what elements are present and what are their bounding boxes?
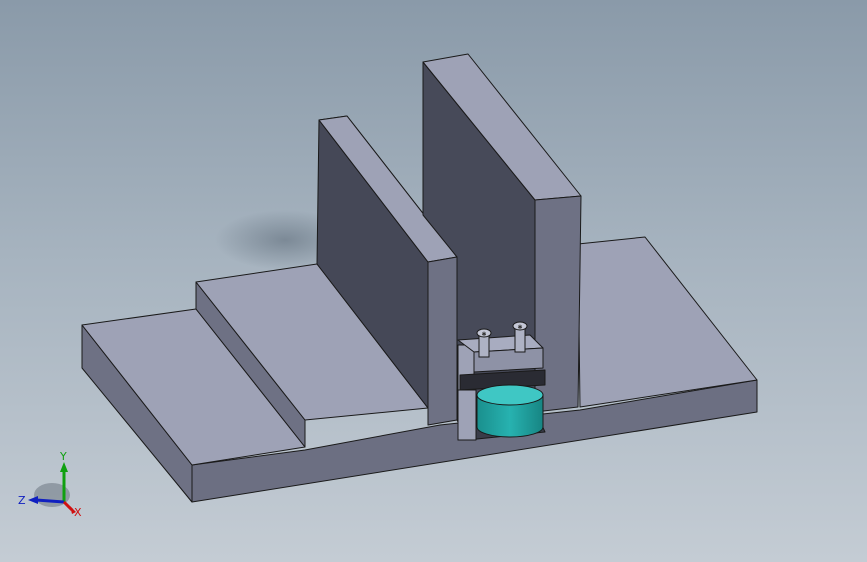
graphics-viewport[interactable]: ✱ ✱ Y Z X	[0, 0, 867, 562]
hex-socket-icon: ✱	[481, 331, 486, 338]
hex-socket-icon: ✱	[517, 324, 522, 331]
screw-right[interactable]: ✱	[512, 321, 528, 353]
y-axis-label: Y	[59, 450, 67, 463]
z-axis-line	[35, 498, 65, 504]
screw-left[interactable]: ✱	[476, 328, 492, 358]
3d-model-view[interactable]: ✱ ✱ Y Z X	[0, 0, 867, 562]
z-axis-label: Z	[18, 494, 26, 507]
y-axis-arrow-icon	[60, 462, 68, 472]
cylinder-part[interactable]	[476, 384, 544, 438]
screw-left-shank	[478, 334, 490, 358]
base-top-right	[577, 236, 758, 408]
screw-right-shank	[514, 327, 526, 353]
left-wall-front-face	[427, 256, 458, 426]
cylinder-top	[476, 384, 544, 406]
z-axis-arrow-icon	[28, 496, 38, 504]
clamp-bracket-lower	[457, 389, 477, 441]
coordinate-triad[interactable]: Y Z X	[18, 450, 82, 519]
x-axis-label: X	[74, 506, 82, 519]
